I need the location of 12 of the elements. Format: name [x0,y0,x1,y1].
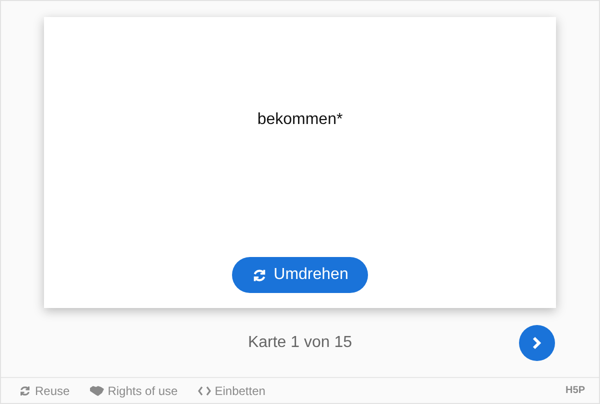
flip-button[interactable]: Umdrehen [232,257,368,293]
code-icon [198,386,211,396]
next-button[interactable] [519,325,555,361]
refresh-icon [19,384,31,396]
card-counter: Karte 1 von 15 [248,334,352,352]
footer-link[interactable]: Rights of use [90,384,178,398]
logo: H5P [566,385,585,396]
card-word: bekommen* [257,111,343,130]
chevron-right-icon [532,336,542,350]
footer-link[interactable]: Reuse [19,384,70,398]
refresh-icon [252,268,267,282]
footer-link[interactable]: Einbetten [198,384,266,398]
